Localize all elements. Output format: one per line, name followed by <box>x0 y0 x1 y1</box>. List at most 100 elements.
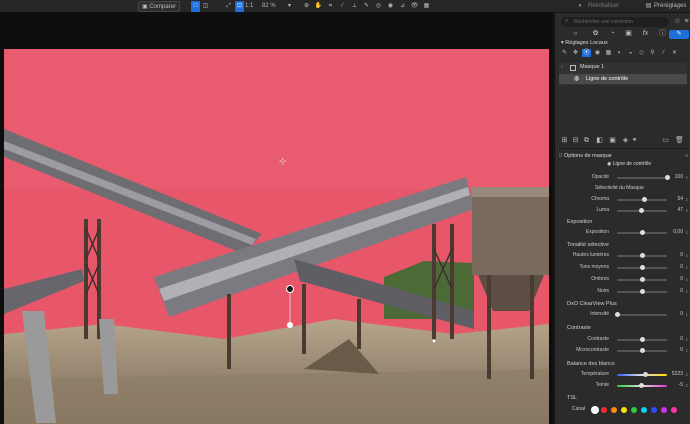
chroma-slider[interactable] <box>617 197 667 202</box>
tint-slider[interactable] <box>617 383 667 388</box>
invert-mask-icon[interactable]: ◧ <box>595 137 604 145</box>
image-viewer[interactable]: ⊹ <box>0 13 553 424</box>
mask-preview-icon[interactable]: ▣ <box>608 137 617 145</box>
channel-swatch[interactable] <box>671 407 677 413</box>
contrast-stepper[interactable]: ⇕ <box>685 336 688 343</box>
microcontrast-stepper[interactable]: ⇕ <box>685 347 688 354</box>
zoom-level[interactable]: 82 % <box>262 1 276 12</box>
gradient-icon[interactable]: ◒ <box>626 49 635 57</box>
pipette-icon[interactable]: ⁄ <box>659 49 668 57</box>
chroma-stepper[interactable]: ⇕ <box>685 196 688 203</box>
single-view-icon[interactable]: □ <box>191 1 200 12</box>
eye-icon[interactable]: 👁 <box>410 1 419 12</box>
blacks-knob[interactable] <box>640 289 645 294</box>
auto-mask-icon[interactable]: ▦ <box>604 49 613 57</box>
contrast-slider[interactable] <box>617 337 667 342</box>
intensity-stepper[interactable]: ⇕ <box>685 311 688 318</box>
control-line-tool-icon[interactable]: ⦿ <box>582 49 591 57</box>
restore-icon[interactable]: ◑ <box>575 1 584 12</box>
graduated-filter-icon[interactable]: ✥ <box>571 49 580 57</box>
straighten-icon[interactable]: ⟂ <box>350 1 359 12</box>
tint-stepper[interactable]: ⇕ <box>685 382 688 389</box>
duplicate-mask-icon[interactable]: ⊟ <box>571 137 580 145</box>
temperature-stepper[interactable]: ⇕ <box>685 371 688 378</box>
intensity-knob[interactable] <box>615 312 620 317</box>
exposure-title[interactable]: Exposition <box>567 219 592 226</box>
options-menu-icon[interactable]: ⊕ <box>685 152 688 159</box>
control-point-marker[interactable] <box>432 339 436 343</box>
exposure-stepper[interactable]: ⇕ <box>685 229 688 236</box>
brush-size-icon[interactable]: ◇ <box>637 49 646 57</box>
repair-icon[interactable]: ✎ <box>362 1 371 12</box>
channel-swatch[interactable] <box>651 407 657 413</box>
mask-layer-row[interactable]: ◍ Ligne de contrôle <box>559 74 687 84</box>
local-adjust-icon[interactable]: ◎ <box>374 1 383 12</box>
compare-button[interactable]: ▣ Comparer <box>138 1 180 12</box>
luma-knob[interactable] <box>638 208 644 213</box>
opacity-slider[interactable] <box>617 175 670 180</box>
midtones-stepper[interactable]: ⇕ <box>685 264 688 271</box>
fit-screen-icon[interactable]: ⤢ <box>224 1 233 12</box>
luma-stepper[interactable]: ⇕ <box>685 207 688 214</box>
midtones-value[interactable]: 0 <box>671 264 683 271</box>
zoom-ratio[interactable]: 1:1 <box>245 1 253 12</box>
tab-local-adjust-icon[interactable]: ✎ <box>669 30 689 39</box>
exposure-value[interactable]: 0,00 <box>671 229 683 236</box>
intensity-slider[interactable] <box>615 312 667 317</box>
channel-swatch[interactable] <box>631 407 637 413</box>
panel-menu-icon[interactable]: ≡ <box>682 18 690 26</box>
tab-info-icon[interactable]: ⓘ <box>658 30 667 38</box>
clearview-title[interactable]: DxO ClearView Plus <box>567 301 617 308</box>
blacks-stepper[interactable]: ⇕ <box>685 288 688 295</box>
contrast-title[interactable]: Contraste <box>567 325 591 332</box>
mask-name[interactable]: Masque 1 <box>580 64 604 70</box>
blacks-slider[interactable] <box>617 289 667 294</box>
zoom-dropdown-icon[interactable]: ▾ <box>285 1 294 12</box>
shadows-knob[interactable] <box>640 277 645 282</box>
blacks-value[interactable]: 0 <box>671 288 683 295</box>
eraser-icon[interactable]: ◐ <box>615 49 624 57</box>
midtones-slider[interactable] <box>617 265 667 270</box>
tint-value[interactable]: -5 <box>671 382 683 389</box>
search-input[interactable]: ⌕ Rechercher une correction <box>561 17 669 27</box>
chroma-knob[interactable] <box>642 197 647 202</box>
shadows-value[interactable]: 0 <box>671 276 683 283</box>
tab-detail-icon[interactable]: ◔ <box>608 30 617 38</box>
mask-options-header[interactable]: ⁝⁝ Options de masque <box>559 152 612 160</box>
shadows-stepper[interactable]: ⇕ <box>685 276 688 283</box>
hand-tool-icon[interactable]: ✋ <box>314 1 323 12</box>
eyedropper-icon[interactable]: ⁄ <box>338 1 347 12</box>
control-line-start-handle[interactable] <box>286 285 294 293</box>
zoom-icon[interactable]: ⊡ <box>235 1 244 12</box>
expand-chevron-icon[interactable]: › <box>561 64 563 70</box>
exposure-slider[interactable] <box>617 230 667 235</box>
exposure-knob[interactable] <box>640 230 645 235</box>
chroma-value[interactable]: 54 <box>671 196 683 203</box>
mask-visibility-checkbox[interactable] <box>570 65 576 71</box>
restore-button[interactable]: Réinitialiser <box>588 1 619 12</box>
brush-icon[interactable]: ✎ <box>560 49 569 57</box>
temperature-knob[interactable] <box>642 372 648 377</box>
highlights-knob[interactable] <box>640 253 645 258</box>
invert-icon[interactable]: ✕ <box>670 49 679 57</box>
presets-icon[interactable]: ▤ <box>644 1 653 12</box>
channel-swatch[interactable] <box>661 407 667 413</box>
crop-icon[interactable]: ⌗ <box>326 1 335 12</box>
highlights-value[interactable]: 0 <box>671 252 683 259</box>
mask-overlay-toggle-icon[interactable]: ◈ <box>621 137 630 145</box>
channel-swatch[interactable] <box>601 407 607 413</box>
redeye-icon[interactable]: ◉ <box>386 1 395 12</box>
copy-mask-icon[interactable]: ⧉ <box>582 137 591 145</box>
feather-icon[interactable]: ⚲ <box>648 49 657 57</box>
channel-swatch[interactable] <box>591 406 599 414</box>
add-mask-icon[interactable]: ⊞ <box>560 137 569 145</box>
link-icon[interactable]: ⚭ <box>630 137 639 145</box>
highlights-slider[interactable] <box>617 253 667 258</box>
luma-slider[interactable] <box>617 208 667 213</box>
favorites-star-icon[interactable]: ☆ <box>673 18 682 26</box>
tab-effects-icon[interactable]: fx <box>641 30 650 38</box>
microcontrast-slider[interactable] <box>617 348 667 353</box>
opacity-knob[interactable] <box>665 175 670 180</box>
temperature-value[interactable]: 5223 <box>671 371 683 378</box>
mask-toggle-icon[interactable]: ▦ <box>422 1 431 12</box>
